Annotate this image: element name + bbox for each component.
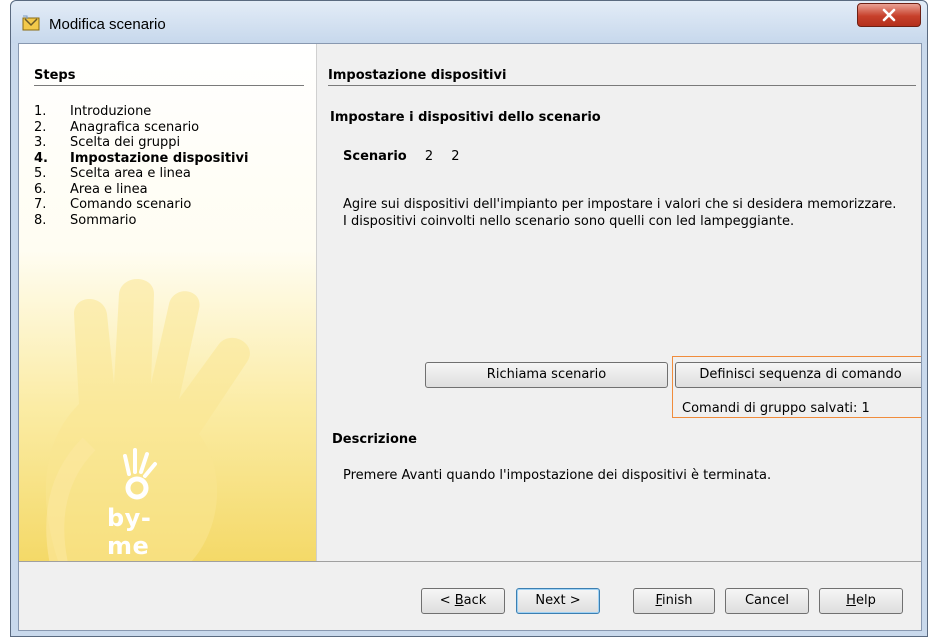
steps-title: Steps (34, 68, 304, 86)
hand-graphic (45, 279, 250, 561)
help-mnemonic: H (846, 593, 856, 608)
help-button[interactable]: Help (819, 588, 903, 614)
close-icon (882, 8, 896, 22)
window-title: Modifica scenario (49, 16, 166, 33)
scenario-label: Scenario (343, 149, 407, 164)
back-label-post: ack (463, 593, 487, 608)
step-number: 2. (34, 119, 47, 135)
finish-button[interactable]: Finish (633, 588, 715, 614)
step-item: 8. Sommario (34, 213, 248, 229)
instructions-line-1: Agire sui dispositivi dell'impianto per … (343, 197, 897, 212)
back-mnemonic: B (454, 593, 464, 608)
next-button[interactable]: Next > (516, 588, 600, 614)
description-text: Premere Avanti quando l'impostazione dei… (343, 468, 772, 483)
steps-list: 1. Introduzione 2. Anagrafica scenario 3. S… (34, 104, 248, 228)
instructions-line-2: I dispositivi coinvolti nello scenario s… (343, 214, 795, 229)
step-number: 6. (34, 181, 47, 197)
back-label-pre: < (439, 593, 455, 608)
step-number: 8. (34, 212, 47, 228)
step-label: Introduzione (70, 104, 152, 119)
saved-commands-count: Comandi di gruppo salvati: 1 (682, 401, 870, 416)
scenario-value-2: 2 (451, 149, 460, 164)
step-number: 3. (34, 135, 47, 150)
logo-text: by-me (107, 504, 152, 560)
cancel-button[interactable]: Cancel (725, 588, 809, 614)
recall-scenario-button[interactable]: Richiama scenario (425, 362, 668, 388)
finish-label-post: inish (662, 593, 693, 608)
step-item: 6. Area e linea (34, 182, 248, 198)
dialog-content: Steps 1. Introduzione 2. Anagrafica scenar… (18, 43, 922, 631)
main-panel: Impostazione dispositivi Impostare i dis… (317, 44, 921, 561)
step-label: Anagrafica scenario (70, 119, 200, 135)
step-item: 3. Scelta dei gruppi (34, 135, 248, 151)
step-number: 4. (34, 150, 48, 166)
instructions: Agire sui dispositivi dell'impianto per … (343, 196, 896, 230)
back-button[interactable]: < Back (421, 588, 505, 614)
step-item: 2. Anagrafica scenario (34, 120, 248, 136)
step-item: 5. Scelta area e linea (34, 166, 248, 182)
steps-panel: Steps 1. Introduzione 2. Anagrafica scenar… (19, 44, 316, 561)
wizard-window: Modifica scenario Steps 1. Introduzione 2… (10, 0, 928, 637)
step-number: 1. (34, 104, 47, 119)
step-item: 7. Comando scenario (34, 197, 248, 213)
step-number: 5. (34, 166, 47, 181)
step-item: 1. Introduzione (34, 104, 248, 120)
by-me-logo: by-me (107, 444, 167, 560)
wizard-icon (22, 15, 40, 31)
section-subtitle: Impostare i dispositivi dello scenario (330, 110, 601, 125)
title-bar[interactable]: Modifica scenario (11, 1, 927, 43)
scenario-value-1: 2 (424, 149, 434, 164)
step-item-current: 4. Impostazione dispositivi (34, 151, 248, 167)
close-button[interactable] (857, 3, 921, 27)
step-label: Comando scenario (70, 197, 192, 212)
step-label: Impostazione dispositivi (70, 150, 249, 166)
step-label: Area e linea (70, 181, 148, 197)
step-label: Scelta dei gruppi (70, 135, 181, 150)
step-number: 7. (34, 197, 47, 212)
step-label: Scelta area e linea (70, 166, 191, 181)
wizard-footer: < Back Next > Finish Cancel Help (19, 561, 921, 630)
step-label: Sommario (70, 212, 137, 228)
footer-separator (19, 561, 921, 562)
help-label-post: elp (855, 593, 876, 608)
page-title: Impostazione dispositivi (328, 68, 916, 86)
description-title: Descrizione (332, 432, 417, 447)
logo-hand-icon (123, 448, 157, 500)
scenario-row: Scenario 2 2 (343, 149, 474, 164)
define-sequence-button[interactable]: Definisci sequenza di comando (675, 362, 921, 388)
